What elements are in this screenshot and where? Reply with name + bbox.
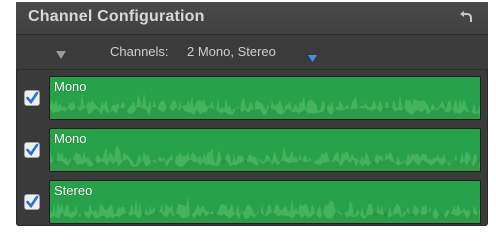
channel-label: Mono bbox=[54, 131, 87, 146]
channels-value[interactable]: 2 Mono, Stereo bbox=[187, 44, 276, 59]
channel-configuration-panel: Channel Configuration Channels: 2 Mono, … bbox=[16, 2, 488, 226]
disclosure-triangle-icon[interactable] bbox=[56, 47, 66, 59]
channel-label: Stereo bbox=[54, 183, 93, 198]
channels-toolbar: Channels: 2 Mono, Stereo bbox=[16, 35, 488, 70]
channel-checkbox[interactable] bbox=[24, 142, 40, 158]
channel-waveform[interactable]: Stereo bbox=[49, 180, 481, 224]
panel-header: Channel Configuration bbox=[16, 2, 488, 35]
channel-checkbox[interactable] bbox=[24, 90, 40, 106]
channel-waveform[interactable]: Mono bbox=[49, 128, 481, 172]
channel-row: Stereo bbox=[16, 176, 488, 228]
channel-label: Mono bbox=[54, 79, 87, 94]
reset-arrow-icon[interactable] bbox=[458, 10, 474, 26]
channels-label: Channels: bbox=[110, 44, 169, 59]
channel-waveform[interactable]: Mono bbox=[49, 76, 481, 120]
channel-row: Mono bbox=[16, 72, 488, 124]
panel-title: Channel Configuration bbox=[28, 8, 205, 25]
channel-checkbox[interactable] bbox=[24, 194, 40, 210]
channel-row: Mono bbox=[16, 124, 488, 176]
chevron-down-icon[interactable] bbox=[308, 49, 317, 62]
